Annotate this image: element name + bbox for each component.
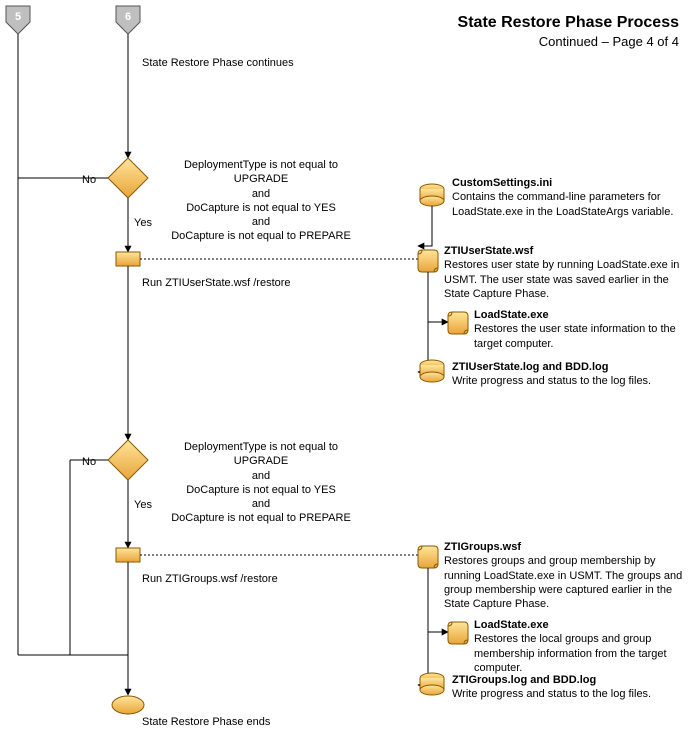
ref-loadstate-1: LoadState.exe Restores the user state in… [474, 308, 690, 351]
decision-2 [108, 440, 148, 480]
svg-text:6: 6 [125, 11, 131, 23]
decision-1 [108, 158, 148, 198]
datastore-icon [420, 184, 444, 206]
ref-ztiuserstatelog: ZTIUserState.log and BDD.log Write progr… [452, 360, 688, 389]
decision-1-text: DeploymentType is not equal to UPGRADE a… [156, 158, 366, 244]
process-2 [116, 548, 140, 562]
script-icon [448, 622, 468, 644]
page-subtitle: Continued – Page 4 of 4 [458, 34, 679, 49]
start-label: State Restore Phase continues [142, 56, 294, 70]
decision-1-no: No [82, 173, 96, 187]
ref-customsettings: CustomSettings.ini Contains the command-… [452, 176, 682, 219]
end-label: State Restore Phase ends [142, 715, 270, 729]
connector-5: 5 [6, 6, 30, 34]
terminator-end [112, 696, 144, 714]
datastore-icon [420, 673, 444, 695]
decision-2-yes: Yes [134, 498, 152, 512]
script-icon [418, 546, 438, 568]
page-title-block: State Restore Phase Process Continued – … [458, 14, 679, 49]
decision-1-yes: Yes [134, 216, 152, 230]
script-icon [418, 250, 438, 272]
connector-6: 6 [116, 6, 140, 34]
decision-2-text: DeploymentType is not equal to UPGRADE a… [156, 440, 366, 526]
page-title: State Restore Phase Process [458, 14, 679, 32]
svg-text:5: 5 [15, 11, 21, 23]
decision-2-no: No [82, 455, 96, 469]
ref-ztigroupslog: ZTIGroups.log and BDD.log Write progress… [452, 673, 688, 702]
ref-loadstate-2: LoadState.exe Restores the local groups … [474, 618, 690, 675]
script-icon [448, 312, 468, 334]
process-2-label: Run ZTIGroups.wsf /restore [142, 572, 278, 586]
ref-ztigroups: ZTIGroups.wsf Restores groups and group … [444, 540, 694, 611]
process-1-label: Run ZTIUserState.wsf /restore [142, 276, 291, 290]
datastore-icon [420, 360, 444, 382]
ref-ztiuserstate: ZTIUserState.wsf Restores user state by … [444, 244, 690, 301]
process-1 [116, 252, 140, 266]
